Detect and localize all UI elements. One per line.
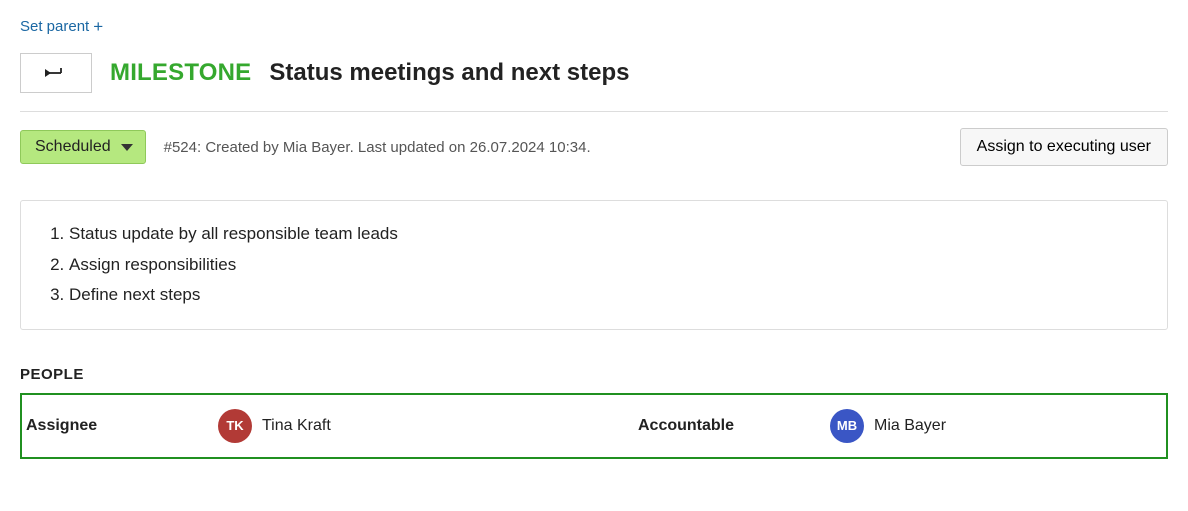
title-row: MILESTONE Status meetings and next steps — [20, 53, 1168, 93]
chevron-down-icon — [121, 144, 133, 151]
accountable-name: Mia Bayer — [874, 417, 946, 435]
list-item: Assign responsibilities — [69, 250, 1145, 281]
avatar: TK — [218, 409, 252, 443]
people-box: Assignee TK Tina Kraft Accountable MB Mi… — [20, 393, 1168, 459]
meta-info: #524: Created by Mia Bayer. Last updated… — [164, 139, 591, 156]
assignee-name: Tina Kraft — [262, 417, 331, 435]
description-box[interactable]: Status update by all responsible team le… — [20, 200, 1168, 330]
work-package-type: MILESTONE — [110, 59, 251, 87]
set-parent-label: Set parent — [20, 18, 89, 35]
back-button[interactable] — [20, 53, 92, 93]
people-section-header: PEOPLE — [20, 366, 1168, 383]
status-label: Scheduled — [35, 138, 111, 156]
work-package-title[interactable]: Status meetings and next steps — [269, 59, 629, 87]
list-item: Status update by all responsible team le… — [69, 219, 1145, 250]
divider — [20, 111, 1168, 112]
assign-executing-user-button[interactable]: Assign to executing user — [960, 128, 1168, 166]
accountable-label: Accountable — [634, 417, 830, 435]
accountable-field[interactable]: MB Mia Bayer — [830, 409, 946, 443]
back-arrow-icon — [45, 66, 67, 80]
avatar: MB — [830, 409, 864, 443]
status-dropdown[interactable]: Scheduled — [20, 130, 146, 164]
assignee-field[interactable]: TK Tina Kraft — [218, 409, 331, 443]
description-list: Status update by all responsible team le… — [43, 219, 1145, 311]
plus-icon: + — [93, 18, 103, 35]
meta-row: Scheduled #524: Created by Mia Bayer. La… — [20, 128, 1168, 166]
assignee-label: Assignee — [22, 417, 218, 435]
list-item: Define next steps — [69, 280, 1145, 311]
set-parent-link[interactable]: Set parent + — [20, 18, 103, 35]
